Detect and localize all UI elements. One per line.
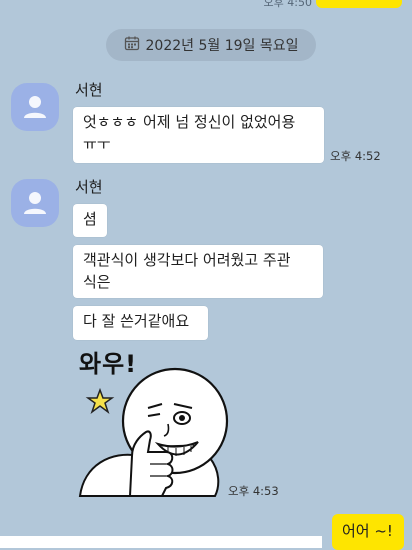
message-time: 오후 4:53 bbox=[228, 484, 279, 498]
sender-name: 서현 bbox=[75, 178, 103, 196]
message-bubble[interactable]: 엇ㅎㅎㅎ 어제 넘 정신이 없었어용 ㅠㅜ bbox=[73, 107, 324, 163]
message-bubble[interactable]: 다 잘 쓴거같애요 bbox=[73, 306, 208, 340]
message-time: 오후 4:50 bbox=[263, 0, 312, 9]
default-profile-icon bbox=[24, 96, 46, 118]
avatar[interactable] bbox=[11, 83, 59, 131]
outgoing-message-bubble[interactable]: 어어 ~! bbox=[332, 514, 404, 550]
sticker-thumbs-up-icon[interactable] bbox=[70, 346, 230, 498]
date-label: 2022년 5월 19일 목요일 bbox=[145, 38, 299, 54]
outgoing-message-bubble[interactable] bbox=[316, 0, 402, 8]
message-bubble[interactable]: 객관식이 생각보다 어려웠고 주관 식은 bbox=[73, 245, 323, 298]
sender-name: 서현 bbox=[75, 81, 103, 99]
message-time: 오후 4:52 bbox=[330, 149, 381, 163]
default-profile-icon bbox=[24, 192, 46, 214]
calendar-icon bbox=[124, 35, 140, 55]
message-input-bar[interactable] bbox=[0, 536, 322, 548]
message-bubble[interactable]: 셤 bbox=[73, 204, 107, 237]
date-divider: 2022년 5월 19일 목요일 bbox=[106, 29, 316, 61]
avatar[interactable] bbox=[11, 179, 59, 227]
